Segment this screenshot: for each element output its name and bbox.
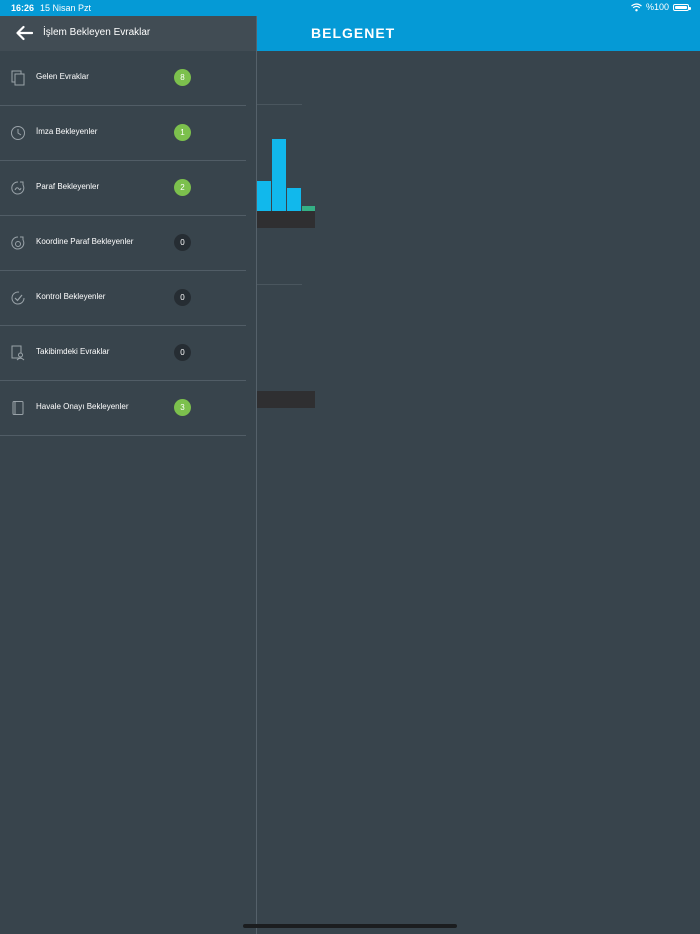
count-badge: 0: [174, 289, 191, 306]
menu-item-label: Paraf Bekleyenler: [36, 182, 100, 191]
chart-bar: [257, 181, 271, 211]
paraf-icon: [11, 181, 25, 195]
menu-list: Gelen Evraklar 8 İmza Bekleyenler 1 Para…: [0, 51, 246, 436]
chart-bar: [272, 139, 286, 211]
menu-item-label: Havale Onayı Bekleyenler: [36, 402, 129, 411]
divider: [257, 284, 302, 285]
menu-item-imza-bekleyenler[interactable]: İmza Bekleyenler 1: [0, 106, 246, 161]
status-date: 15 Nisan Pzt: [40, 3, 92, 13]
status-bar: 16:26 15 Nisan Pzt %100: [0, 0, 700, 16]
documents-icon: [11, 70, 25, 86]
chart-axis-strip: [257, 211, 315, 228]
transfer-document-icon: [12, 401, 24, 415]
count-badge: 3: [174, 399, 191, 416]
chart-bar: [287, 188, 301, 211]
menu-item-koordine-paraf-bekleyenler[interactable]: Koordine Paraf Bekleyenler 0: [0, 216, 246, 271]
clock-icon: [11, 126, 25, 140]
battery-icon: [673, 3, 691, 11]
count-badge: 8: [174, 69, 191, 86]
count-badge: 0: [174, 344, 191, 361]
home-indicator[interactable]: [243, 924, 457, 928]
menu-item-label: Takibimdeki Evraklar: [36, 347, 110, 356]
menu-item-gelen-evraklar[interactable]: Gelen Evraklar 8: [0, 51, 246, 106]
count-badge: 0: [174, 234, 191, 251]
menu-item-label: İmza Bekleyenler: [36, 127, 98, 136]
menu-item-label: Koordine Paraf Bekleyenler: [36, 237, 134, 246]
menu-item-takibimdeki-evraklar[interactable]: Takibimdeki Evraklar 0: [0, 326, 246, 381]
wifi-icon: [631, 2, 642, 11]
drawer-header: İşlem Bekleyen Evraklar: [0, 16, 256, 51]
menu-item-label: Gelen Evraklar: [36, 72, 89, 81]
coordinate-paraf-icon: [11, 236, 25, 250]
count-badge: 1: [174, 124, 191, 141]
drawer-title: İşlem Bekleyen Evraklar: [43, 27, 151, 38]
side-drawer: İşlem Bekleyen Evraklar Gelen Evraklar 8…: [0, 16, 257, 934]
menu-item-label: Kontrol Bekleyenler: [36, 292, 106, 301]
count-badge: 2: [174, 179, 191, 196]
tracking-icon: [11, 345, 25, 361]
check-circle-icon: [11, 291, 25, 305]
app-title: BELGENET: [311, 25, 396, 41]
arrow-left-icon[interactable]: [15, 25, 33, 41]
chart-axis-strip: [257, 391, 315, 408]
battery-percentage: %100: [645, 2, 669, 12]
status-right: %100: [631, 2, 691, 12]
menu-item-paraf-bekleyenler[interactable]: Paraf Bekleyenler 2: [0, 161, 246, 216]
status-time: 16:26: [11, 3, 35, 13]
divider: [257, 104, 302, 105]
menu-item-kontrol-bekleyenler[interactable]: Kontrol Bekleyenler 0: [0, 271, 246, 326]
menu-item-havale-onayi-bekleyenler[interactable]: Havale Onayı Bekleyenler 3: [0, 381, 246, 436]
